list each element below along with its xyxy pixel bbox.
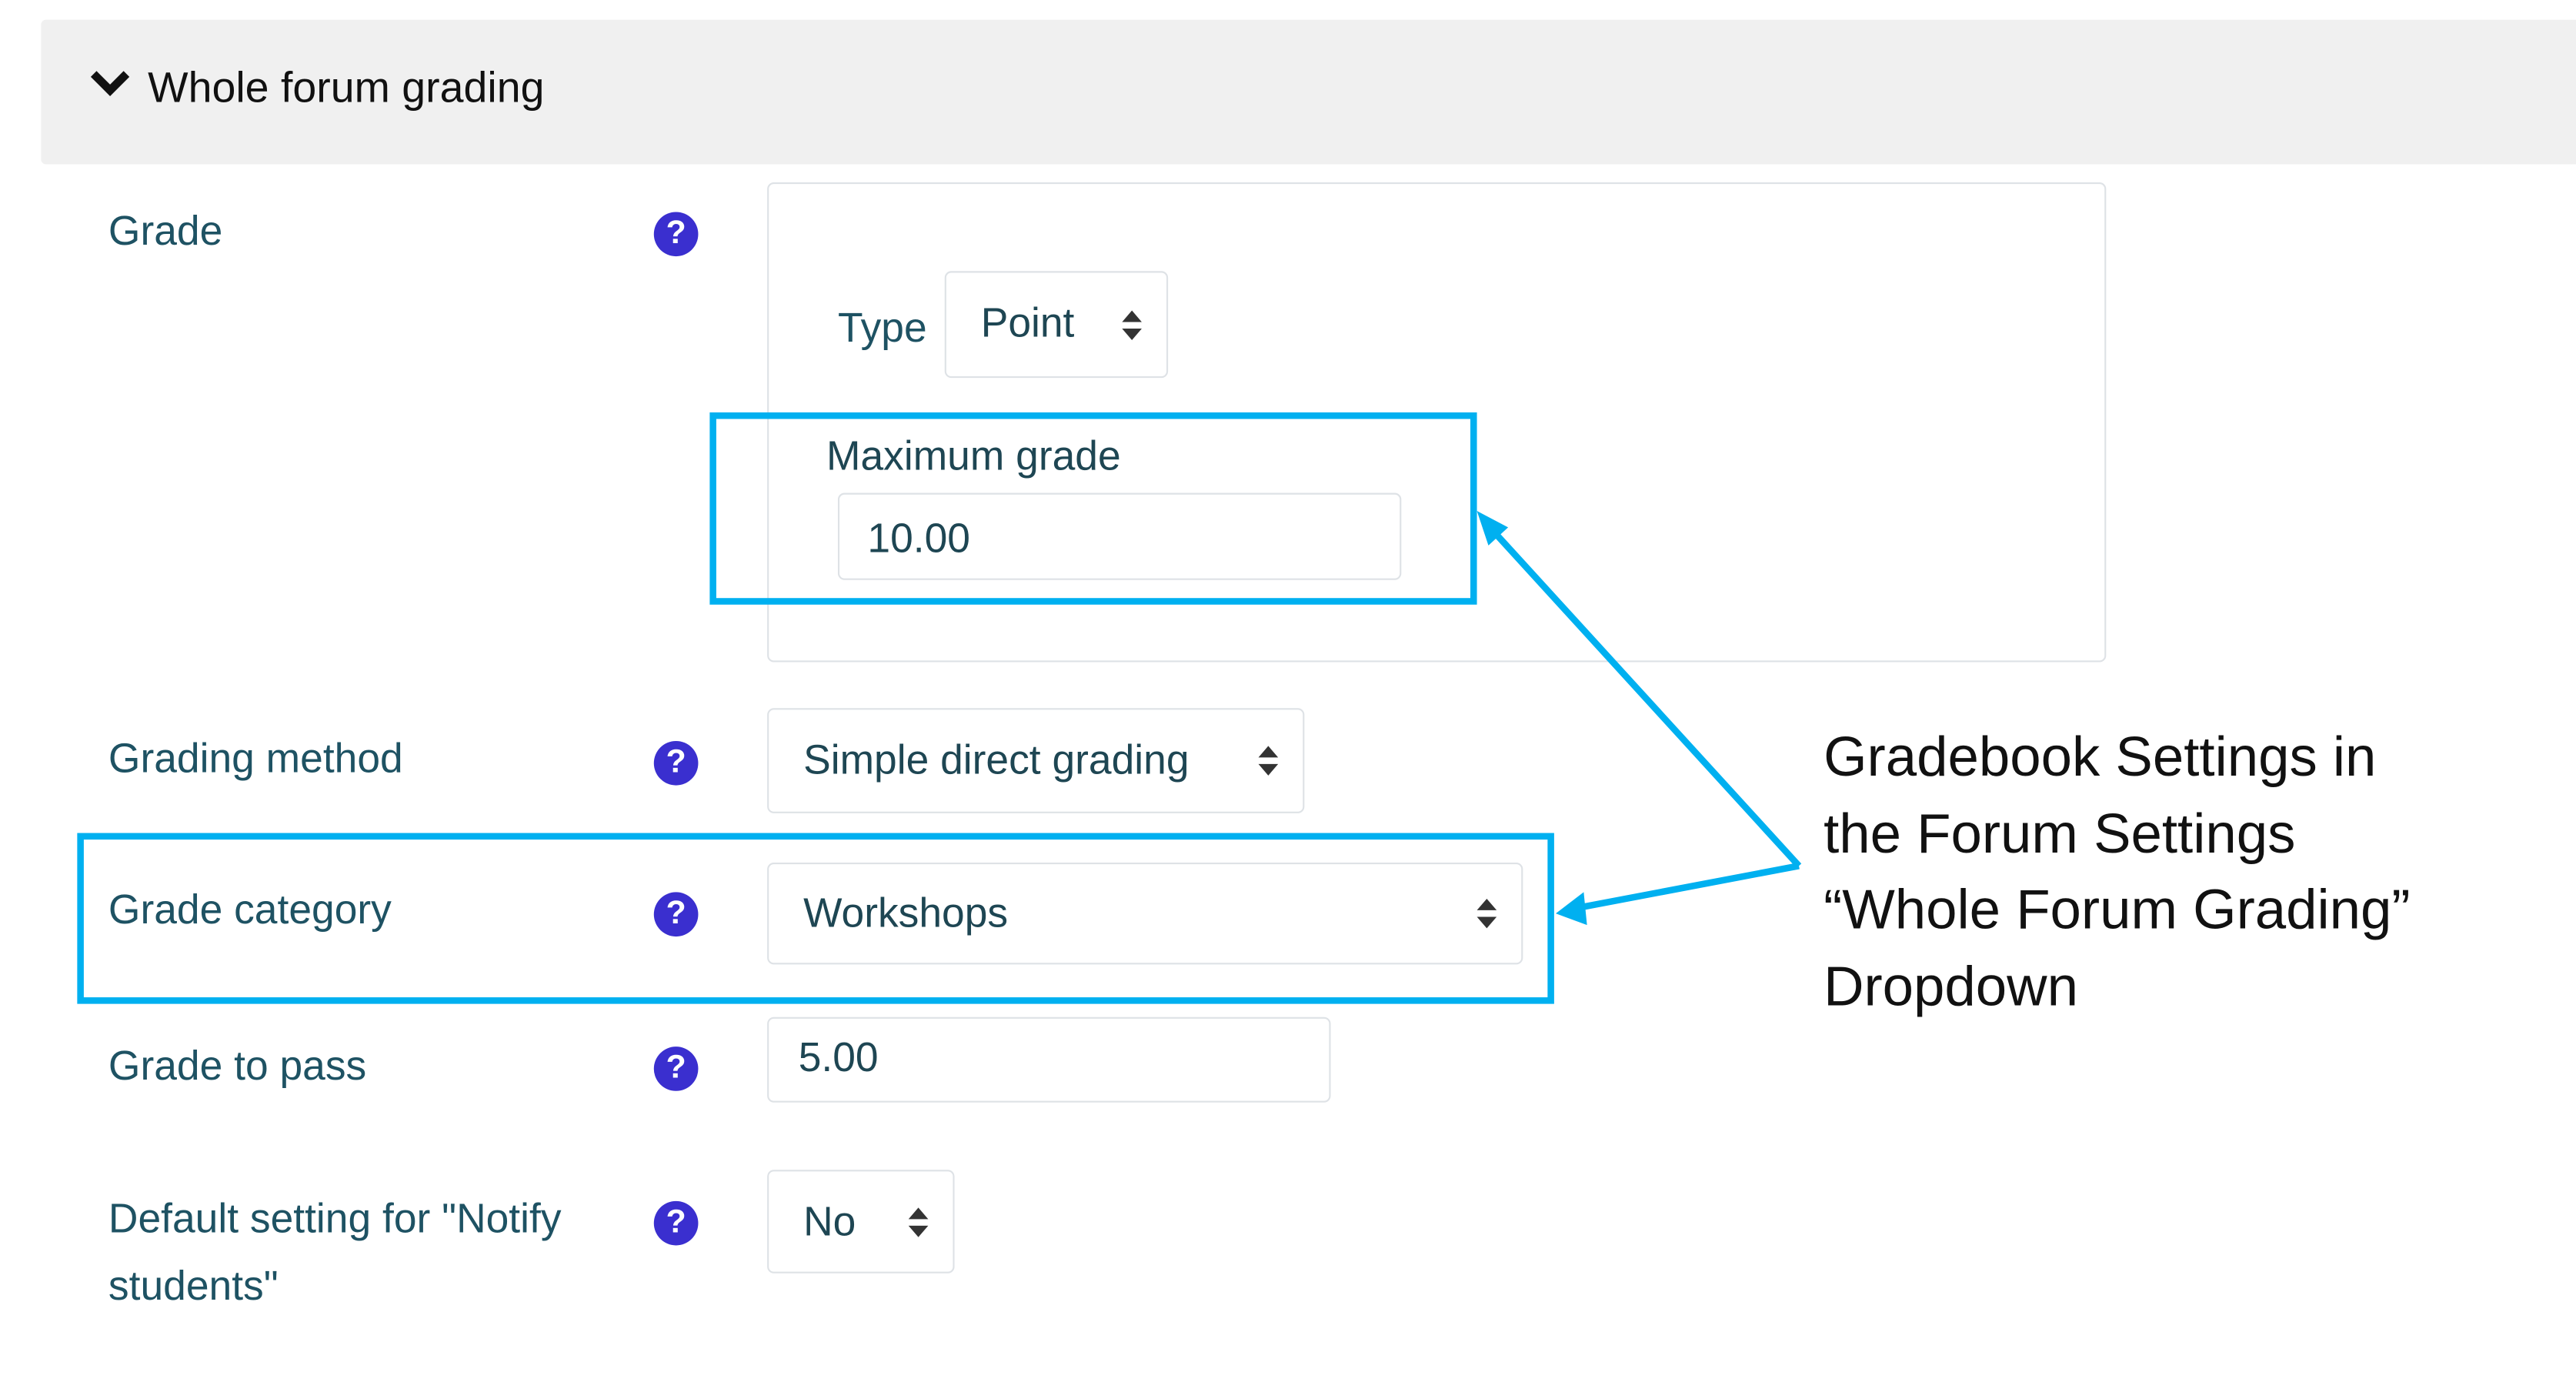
annotation-text: Gradebook Settings in the Forum Settings… bbox=[1824, 719, 2411, 1025]
annotation-line: Gradebook Settings in bbox=[1824, 726, 2377, 789]
annotation-line: the Forum Settings bbox=[1824, 803, 2296, 866]
annotation-line: Dropdown bbox=[1824, 955, 2078, 1018]
arrow-to-max-grade bbox=[1486, 523, 1802, 869]
arrowhead-grade-category bbox=[1556, 892, 1587, 926]
annotation-arrows bbox=[1477, 511, 1802, 926]
annotation-line: “Whole Forum Grading” bbox=[1824, 879, 2411, 942]
arrow-to-grade-category bbox=[1573, 863, 1800, 912]
